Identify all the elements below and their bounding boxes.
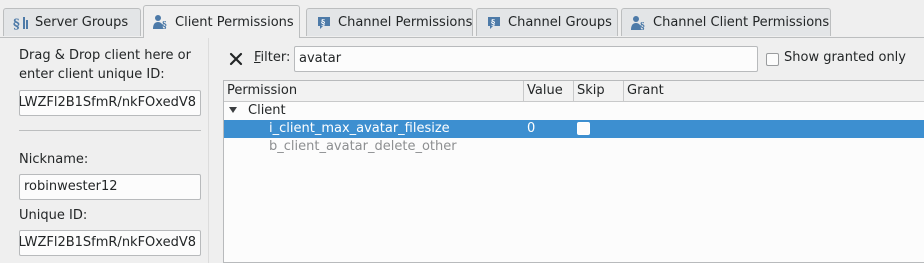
svg-text:§: § — [321, 17, 325, 27]
permission-name: b_client_avatar_delete_other — [269, 139, 457, 154]
tab-channel-client-permissions[interactable]: § Channel Client Permissions — [621, 8, 831, 36]
show-granted-label[interactable]: Show granted only — [784, 50, 906, 65]
group-label: Client — [248, 103, 286, 118]
filter-label: Filter: — [254, 50, 290, 65]
svg-text:§: § — [162, 21, 167, 30]
channel-client-permissions-icon: § — [631, 15, 647, 31]
panel-splitter[interactable] — [208, 38, 209, 263]
nickname-field[interactable]: robinwester12 — [19, 174, 201, 200]
server-groups-icon: § — [13, 15, 29, 31]
permission-name: i_client_max_avatar_filesize — [269, 121, 450, 136]
nickname-label: Nickname: — [19, 152, 89, 167]
svg-text:§: § — [640, 22, 645, 31]
tab-label: Client Permissions — [175, 14, 294, 30]
table-row[interactable]: b_client_avatar_delete_other — [224, 138, 924, 156]
tab-channel-groups[interactable]: § Channel Groups — [476, 8, 618, 36]
svg-text:§: § — [491, 17, 495, 27]
tab-client-permissions[interactable]: § Client Permissions — [143, 5, 300, 38]
permission-value[interactable]: 0 — [527, 120, 535, 138]
tab-label: Channel Client Permissions — [653, 15, 830, 30]
filter-value: avatar — [299, 51, 342, 66]
show-granted-checkbox[interactable] — [766, 53, 779, 66]
nickname-value: robinwester12 — [24, 179, 118, 194]
tab-channel-permissions[interactable]: § Channel Permissions — [306, 8, 473, 36]
channel-permissions-icon: § — [316, 15, 332, 31]
filter-label-rest: ilter: — [260, 50, 291, 65]
drop-client-label: Drag & Drop client here or enter client … — [19, 48, 191, 82]
tab-baseline — [0, 37, 924, 38]
filter-input[interactable]: avatar — [294, 46, 758, 72]
column-header-permission[interactable]: Permission — [224, 81, 524, 101]
skip-checkbox[interactable] — [577, 122, 590, 135]
left-divider — [19, 130, 201, 131]
unique-id-value: n4cvrELWZFl2B1SfmR/nkFOxedV8= — [19, 235, 196, 250]
tab-label: Channel Groups — [508, 15, 612, 30]
column-header-value[interactable]: Value — [524, 81, 574, 101]
client-permissions-icon: § — [153, 14, 169, 30]
permissions-tree[interactable]: Permission Value Skip Grant Client i_cli… — [223, 80, 924, 263]
tab-bar: § Server Groups § Client Permissions § C… — [0, 0, 924, 38]
svg-text:§: § — [13, 17, 20, 31]
table-header: Permission Value Skip Grant — [224, 81, 924, 102]
expand-caret-icon[interactable] — [229, 107, 237, 113]
column-header-skip[interactable]: Skip — [574, 81, 624, 101]
unique-id-label: Unique ID: — [19, 208, 88, 223]
table-row[interactable]: i_client_max_avatar_filesize 0 — [224, 120, 924, 138]
tab-label: Server Groups — [35, 15, 129, 30]
client-unique-id-input[interactable]: n4cvrELWZFl2B1SfmR/nkFOxedV8= — [19, 90, 201, 116]
client-unique-id-value: n4cvrELWZFl2B1SfmR/nkFOxedV8= — [19, 95, 196, 110]
tab-label: Channel Permissions — [338, 15, 473, 30]
tab-server-groups[interactable]: § Server Groups — [3, 8, 141, 36]
unique-id-field[interactable]: n4cvrELWZFl2B1SfmR/nkFOxedV8= — [19, 230, 201, 256]
column-header-grant[interactable]: Grant — [624, 81, 924, 101]
tree-group-row[interactable]: Client — [224, 102, 924, 120]
channel-groups-icon: § — [486, 15, 502, 31]
clear-filter-icon[interactable] — [228, 51, 244, 67]
